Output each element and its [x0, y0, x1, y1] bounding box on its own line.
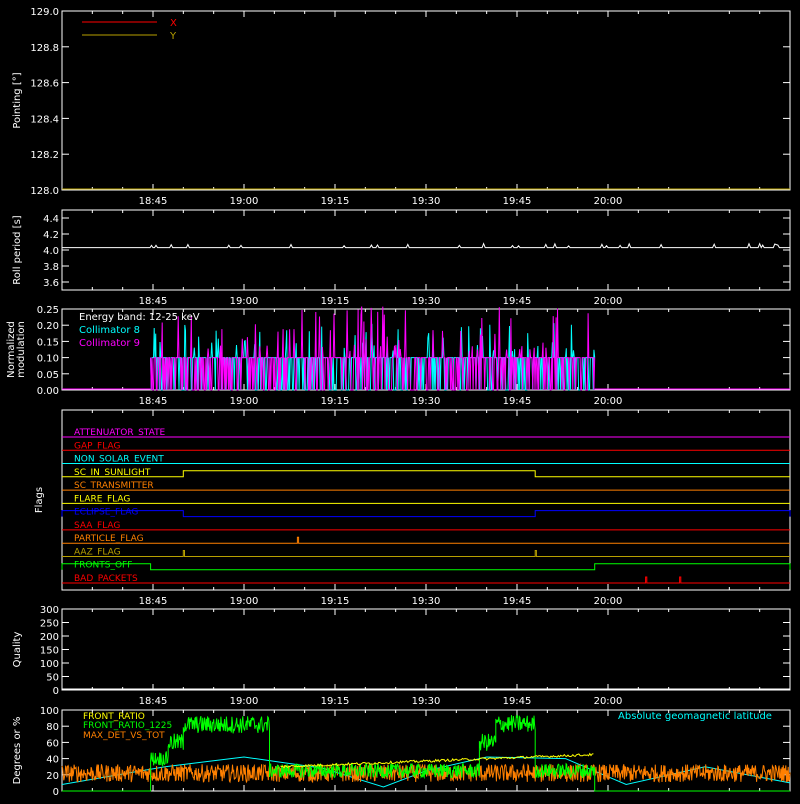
x-tick-label: 19:15	[321, 596, 350, 607]
legend-max-det-vs-tot: MAX_DET_VS_TOT	[83, 731, 165, 741]
flag-label: PARTICLE_FLAG	[74, 534, 144, 544]
flag-label: ATTENUATOR_STATE	[74, 428, 166, 438]
flag-label: FRONTS_OFF	[74, 561, 132, 571]
flag-line-bad-packets	[62, 576, 790, 584]
x-tick-label: 19:00	[230, 296, 259, 307]
y-tick-label: 40	[46, 755, 59, 766]
y-tick-label: 4.4	[43, 214, 59, 225]
x-tick-label: 20:00	[594, 396, 623, 407]
y-tick-label: 100	[40, 659, 59, 670]
legend-collimator8: Collimator 8	[79, 325, 140, 336]
y-tick-label: 4.0	[43, 246, 59, 257]
legend-x-label: X	[170, 18, 177, 29]
x-tick-label: 18:45	[139, 296, 168, 307]
x-tick-label: 18:45	[139, 396, 168, 407]
y-tick-label: 60	[46, 738, 59, 749]
flag-line-eclipse-flag	[61, 510, 791, 518]
geomag-latitude-annotation: Absolute geomagnetic latitude	[618, 711, 772, 722]
y-tick-label: 3.8	[43, 262, 59, 273]
y-tick-label: 0.00	[37, 386, 59, 397]
roll-period-line	[62, 242, 790, 249]
flag-label: FLARE_FLAG	[74, 494, 130, 504]
x-tick-label: 19:15	[321, 296, 350, 307]
x-tick-label: 19:00	[230, 696, 259, 707]
x-tick-label: 19:45	[503, 396, 532, 407]
legend-energy-band: Energy band: 12-25 keV	[79, 312, 200, 323]
x-tick-label: 19:00	[230, 596, 259, 607]
flag-label: SC_TRANSMITTER	[74, 481, 154, 491]
x-tick-label: 20:00	[594, 596, 623, 607]
y-tick-label: 0	[53, 686, 59, 697]
legend-front-ratio-1225: FRONT_RATIO_1225	[83, 721, 172, 731]
flag-line-sc-in-sunlight	[62, 470, 790, 478]
plot-canvas: 18:45 19:00 19:15 19:30 19:45 20:00 128.0 128.2…	[6, 7, 791, 798]
x-tick-label: 19:30	[412, 396, 441, 407]
legend-y-label: Y	[169, 31, 177, 42]
legend-collimator9: Collimator 9	[79, 338, 140, 349]
hessi-quicklook-plot: 18:45 19:00 19:15 19:30 19:45 20:00 128.0 128.2…	[0, 0, 800, 800]
x-tick-label: 19:45	[503, 596, 532, 607]
x-tick-label: 19:30	[412, 196, 441, 207]
y-axis-label: Flags	[34, 487, 45, 513]
panel-4-frame	[61, 608, 791, 691]
flag-label: SC_IN_SUNLIGHT	[74, 468, 151, 478]
x-tick-label: 20:00	[594, 296, 623, 307]
flag-line-particle-flag	[62, 536, 790, 544]
y-tick-label: 50	[46, 673, 59, 684]
flag-label: ECLIPSE_FLAG	[74, 508, 138, 518]
x-tick-label: 19:15	[321, 396, 350, 407]
x-tick-label: 20:00	[594, 196, 623, 207]
y-axis-label: modulation	[16, 321, 27, 378]
flag-label: AAZ_FLAG	[74, 547, 121, 557]
x-tick-label: 18:45	[139, 596, 168, 607]
x-tick-label: 19:00	[230, 396, 259, 407]
x-tick-label: 19:30	[412, 296, 441, 307]
x-tick-label: 18:45	[139, 696, 168, 707]
x-tick-label: 19:45	[503, 296, 532, 307]
flag-line-fronts-off	[61, 563, 791, 571]
y-axis-label: Degrees or %	[12, 717, 23, 785]
y-tick-label: 3.6	[43, 278, 59, 289]
y-tick-label: 100	[40, 706, 59, 717]
y-axis-label: Roll period [s]	[12, 215, 23, 284]
x-tick-label: 18:45	[139, 196, 168, 207]
flag-line-aaz-flag	[62, 550, 790, 557]
x-tick-label: 19:15	[321, 196, 350, 207]
y-axis-label: Pointing [°]	[12, 72, 23, 128]
flag-label: SAA_FLAG	[74, 521, 120, 531]
y-tick-label: 200	[40, 632, 59, 643]
y-tick-label: 20	[46, 771, 59, 782]
y-tick-label: 0.05	[37, 370, 59, 381]
y-tick-label: 128.8	[30, 43, 59, 54]
y-tick-label: 150	[40, 646, 59, 657]
y-tick-label: 128.2	[30, 150, 59, 161]
y-tick-label: 128.4	[30, 114, 59, 125]
x-tick-label: 19:30	[412, 596, 441, 607]
x-tick-label: 19:30	[412, 696, 441, 707]
y-tick-label: 129.0	[30, 7, 59, 18]
panel-1-frame	[61, 209, 791, 291]
y-tick-label: 128.6	[30, 79, 59, 90]
flag-label: BAD_PACKETS	[74, 574, 138, 584]
x-tick-label: 19:45	[503, 196, 532, 207]
y-tick-label: 0.20	[37, 321, 59, 332]
y-tick-label: 300	[40, 605, 59, 616]
y-tick-label: 80	[46, 722, 59, 733]
x-tick-label: 19:15	[321, 696, 350, 707]
y-tick-label: 0	[53, 787, 59, 798]
flag-label: NON_SOLAR_EVENT	[74, 455, 164, 465]
y-axis-label: Quality	[12, 632, 23, 668]
y-tick-label: 0.10	[37, 354, 59, 365]
y-tick-label: 250	[40, 619, 59, 630]
flag-label: GAP_FLAG	[74, 441, 120, 451]
x-tick-label: 19:00	[230, 196, 259, 207]
y-tick-label: 4.2	[43, 230, 59, 241]
x-tick-label: 19:45	[503, 696, 532, 707]
y-tick-label: 0.25	[37, 305, 59, 316]
y-tick-label: 0.15	[37, 337, 59, 348]
y-tick-label: 128.0	[30, 186, 59, 197]
x-tick-label: 20:00	[594, 696, 623, 707]
